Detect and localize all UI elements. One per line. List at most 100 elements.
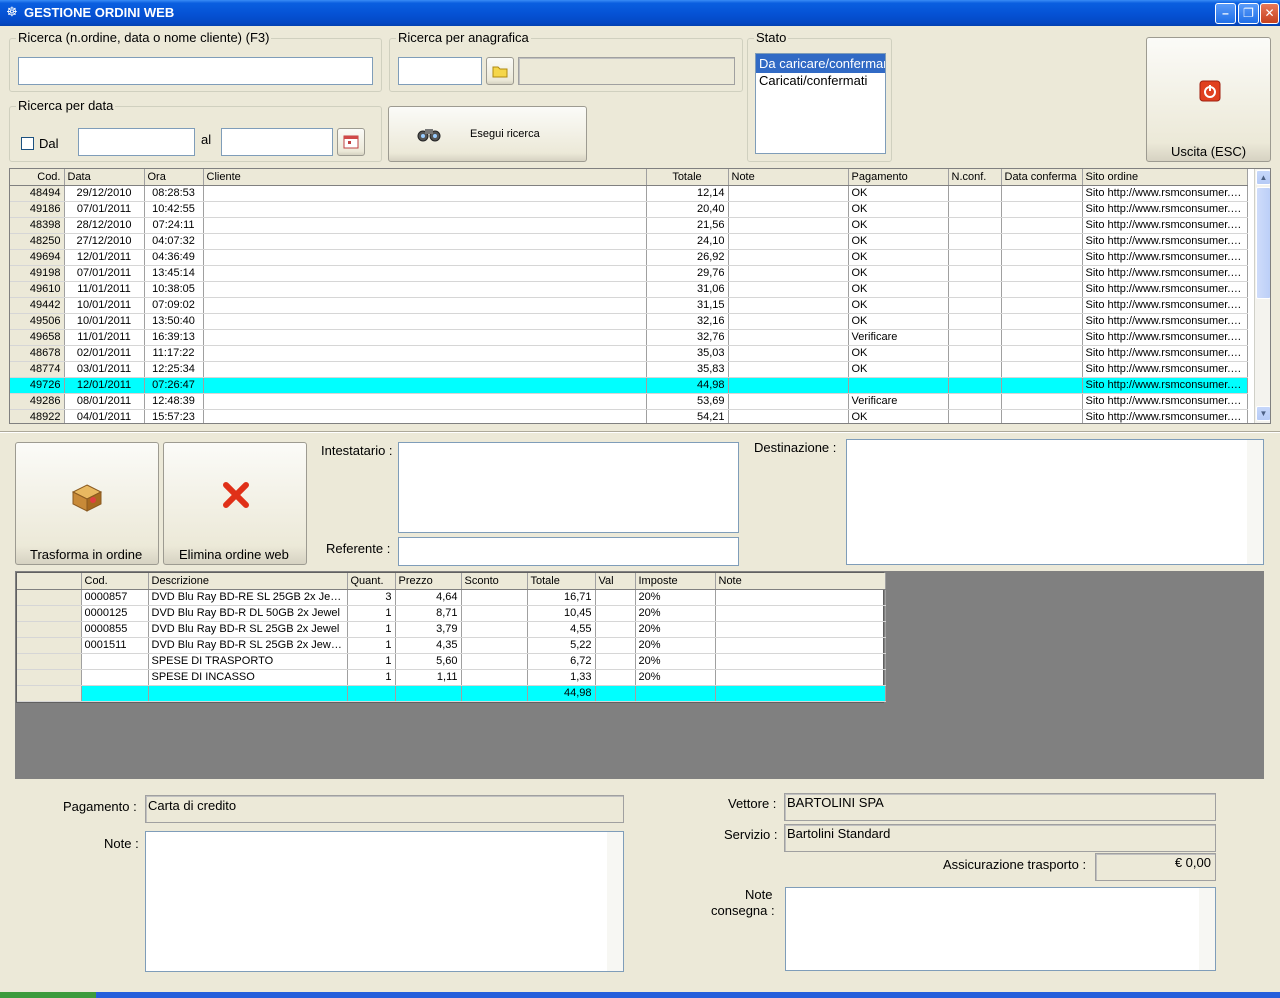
item-cell-note[interactable] (715, 589, 886, 606)
order-cell-totale[interactable]: 54,21 (646, 409, 729, 423)
order-cell-sito[interactable]: Sito http://www.rsmconsumer.com (1082, 393, 1248, 410)
order-cell-cod[interactable]: 49186 (10, 201, 65, 218)
order-cell-cod[interactable]: 48678 (10, 345, 65, 362)
order-row[interactable]: 48774 03/01/2011 12:25:34 35,83 OK Sito http:… (10, 361, 1248, 378)
item-cell-indicator[interactable] (17, 637, 82, 654)
item-cell-val[interactable] (595, 589, 636, 606)
order-cell-cliente[interactable] (203, 297, 647, 314)
item-cell-cod[interactable]: 0000125 (81, 605, 149, 622)
order-cell-pagamento[interactable]: OK (848, 265, 949, 282)
order-cell-cod[interactable]: 49658 (10, 329, 65, 346)
item-cell-note[interactable] (715, 621, 886, 638)
item-cell-prezzo[interactable]: 1,11 (395, 669, 462, 686)
items-col-prezzo[interactable]: Prezzo (395, 573, 462, 590)
item-cell-cod[interactable]: 0000857 (81, 589, 149, 606)
item-row[interactable]: SPESE DI TRASPORTO 1 5,60 6,72 20% (17, 653, 886, 670)
item-cell-totale[interactable]: 4,55 (527, 621, 596, 638)
order-cell-ora[interactable]: 13:50:40 (144, 313, 204, 330)
item-cell-val[interactable] (595, 669, 636, 686)
item-cell-descrizione[interactable]: DVD Blu Ray BD-RE SL 25GB 2x Jewel (148, 589, 348, 606)
order-cell-pagamento[interactable]: OK (848, 185, 949, 202)
item-cell-cod[interactable]: 0001511 (81, 637, 149, 654)
order-cell-sito[interactable]: Sito http://www.rsmconsumer.com (1082, 297, 1248, 314)
item-cell-prezzo[interactable]: 5,60 (395, 653, 462, 670)
order-cell-data-conferma[interactable] (1001, 377, 1083, 394)
order-cell-sito[interactable]: Sito http://www.rsmconsumer.com (1082, 361, 1248, 378)
item-cell-note[interactable] (715, 669, 886, 686)
order-cell-cod[interactable]: 48250 (10, 233, 65, 250)
order-cell-cliente[interactable] (203, 185, 647, 202)
order-cell-data-conferma[interactable] (1001, 281, 1083, 298)
items-grid[interactable]: Cod. Descrizione Quant. Prezzo Sconto To… (16, 572, 886, 703)
order-cell-ora[interactable]: 12:48:39 (144, 393, 204, 410)
item-cell-cod[interactable]: 0000855 (81, 621, 149, 638)
order-cell-totale[interactable]: 29,76 (646, 265, 729, 282)
order-cell-data[interactable]: 29/12/2010 (64, 185, 145, 202)
item-row[interactable]: SPESE DI INCASSO 1 1,11 1,33 20% (17, 669, 886, 686)
stato-option-da-caricare[interactable]: Da caricare/confermare (756, 54, 885, 73)
order-cell-data-conferma[interactable] (1001, 201, 1083, 218)
start-button[interactable] (0, 992, 96, 998)
col-nconf[interactable]: N.conf. (948, 169, 1002, 186)
order-cell-sito[interactable]: Sito http://www.rsmconsumer.com (1082, 409, 1248, 423)
order-cell-data-conferma[interactable] (1001, 361, 1083, 378)
order-cell-note[interactable] (728, 313, 849, 330)
order-cell-note[interactable] (728, 393, 849, 410)
item-cell-totale[interactable]: 1,33 (527, 669, 596, 686)
destinazione-scrollbar[interactable] (1247, 440, 1263, 564)
order-cell-data[interactable]: 10/01/2011 (64, 297, 145, 314)
item-cell-quant[interactable]: 1 (347, 605, 396, 622)
items-col-sconto[interactable]: Sconto (461, 573, 528, 590)
order-cell-cod[interactable]: 48398 (10, 217, 65, 234)
order-cell-ora[interactable]: 10:38:05 (144, 281, 204, 298)
order-cell-sito[interactable]: Sito http://www.rsmconsumer.com (1082, 281, 1248, 298)
order-cell-note[interactable] (728, 217, 849, 234)
order-cell-ora[interactable]: 07:09:02 (144, 297, 204, 314)
item-cell-sconto[interactable] (461, 605, 528, 622)
col-cod[interactable]: Cod. (10, 169, 65, 186)
order-cell-pagamento[interactable]: OK (848, 233, 949, 250)
al-date-input[interactable] (221, 128, 333, 156)
order-row[interactable]: 49506 10/01/2011 13:50:40 32,16 OK Sito http:… (10, 313, 1248, 330)
order-row[interactable]: 49726 12/01/2011 07:26:47 44,98 Sito http://… (10, 377, 1248, 394)
order-cell-cod[interactable]: 48494 (10, 185, 65, 202)
item-row[interactable]: 0001511 DVD Blu Ray BD-R SL 25GB 2x Jewel… (17, 637, 886, 654)
order-cell-pagamento[interactable]: OK (848, 345, 949, 362)
item-cell-quant[interactable]: 1 (347, 669, 396, 686)
item-cell-imposte[interactable]: 20% (635, 621, 716, 638)
order-cell-note[interactable] (728, 233, 849, 250)
item-total-row[interactable]: 44,98 (17, 685, 886, 702)
item-cell-totale[interactable]: 10,45 (527, 605, 596, 622)
order-cell-data-conferma[interactable] (1001, 297, 1083, 314)
order-cell-note[interactable] (728, 297, 849, 314)
items-col-note[interactable]: Note (715, 573, 886, 590)
order-cell-ora[interactable]: 11:17:22 (144, 345, 204, 362)
order-cell-data-conferma[interactable] (1001, 265, 1083, 282)
col-pagamento[interactable]: Pagamento (848, 169, 949, 186)
order-cell-sito[interactable]: Sito http://www.rsmconsumer.com (1082, 345, 1248, 362)
note-consegna-scrollbar[interactable] (1199, 888, 1215, 970)
order-cell-nconf[interactable] (948, 409, 1002, 423)
order-row[interactable]: 48678 02/01/2011 11:17:22 35,03 OK Sito http:… (10, 345, 1248, 362)
item-cell-sconto[interactable] (461, 637, 528, 654)
order-cell-totale[interactable]: 31,06 (646, 281, 729, 298)
order-cell-data[interactable]: 27/12/2010 (64, 233, 145, 250)
item-cell-quant[interactable]: 3 (347, 589, 396, 606)
calendar-button[interactable] (337, 128, 365, 156)
order-cell-sito[interactable]: Sito http://www.rsmconsumer.com (1082, 201, 1248, 218)
order-cell-sito[interactable]: Sito http://www.rsmconsumer.com (1082, 313, 1248, 330)
restore-button[interactable]: ❐ (1238, 3, 1259, 24)
item-row[interactable]: 0000855 DVD Blu Ray BD-R SL 25GB 2x Jewel… (17, 621, 886, 638)
order-cell-pagamento[interactable]: OK (848, 281, 949, 298)
order-cell-pagamento[interactable]: OK (848, 249, 949, 266)
col-note[interactable]: Note (728, 169, 849, 186)
col-totale[interactable]: Totale (646, 169, 729, 186)
order-cell-cliente[interactable] (203, 201, 647, 218)
item-cell-descrizione[interactable]: SPESE DI TRASPORTO (148, 653, 348, 670)
order-cell-cliente[interactable] (203, 281, 647, 298)
order-cell-cliente[interactable] (203, 345, 647, 362)
order-cell-note[interactable] (728, 265, 849, 282)
referente-field[interactable] (398, 537, 739, 566)
order-cell-nconf[interactable] (948, 297, 1002, 314)
order-cell-nconf[interactable] (948, 377, 1002, 394)
